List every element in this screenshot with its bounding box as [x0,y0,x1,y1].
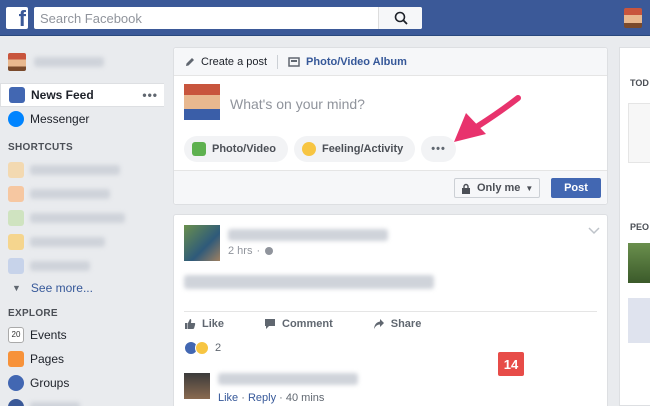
annotation-arrow-icon [454,95,521,142]
watermark: 14 Kenh14.vn [498,352,590,376]
watermark-text: Kenh14.vn [528,356,591,372]
watermark-badge: 14 [498,352,524,376]
